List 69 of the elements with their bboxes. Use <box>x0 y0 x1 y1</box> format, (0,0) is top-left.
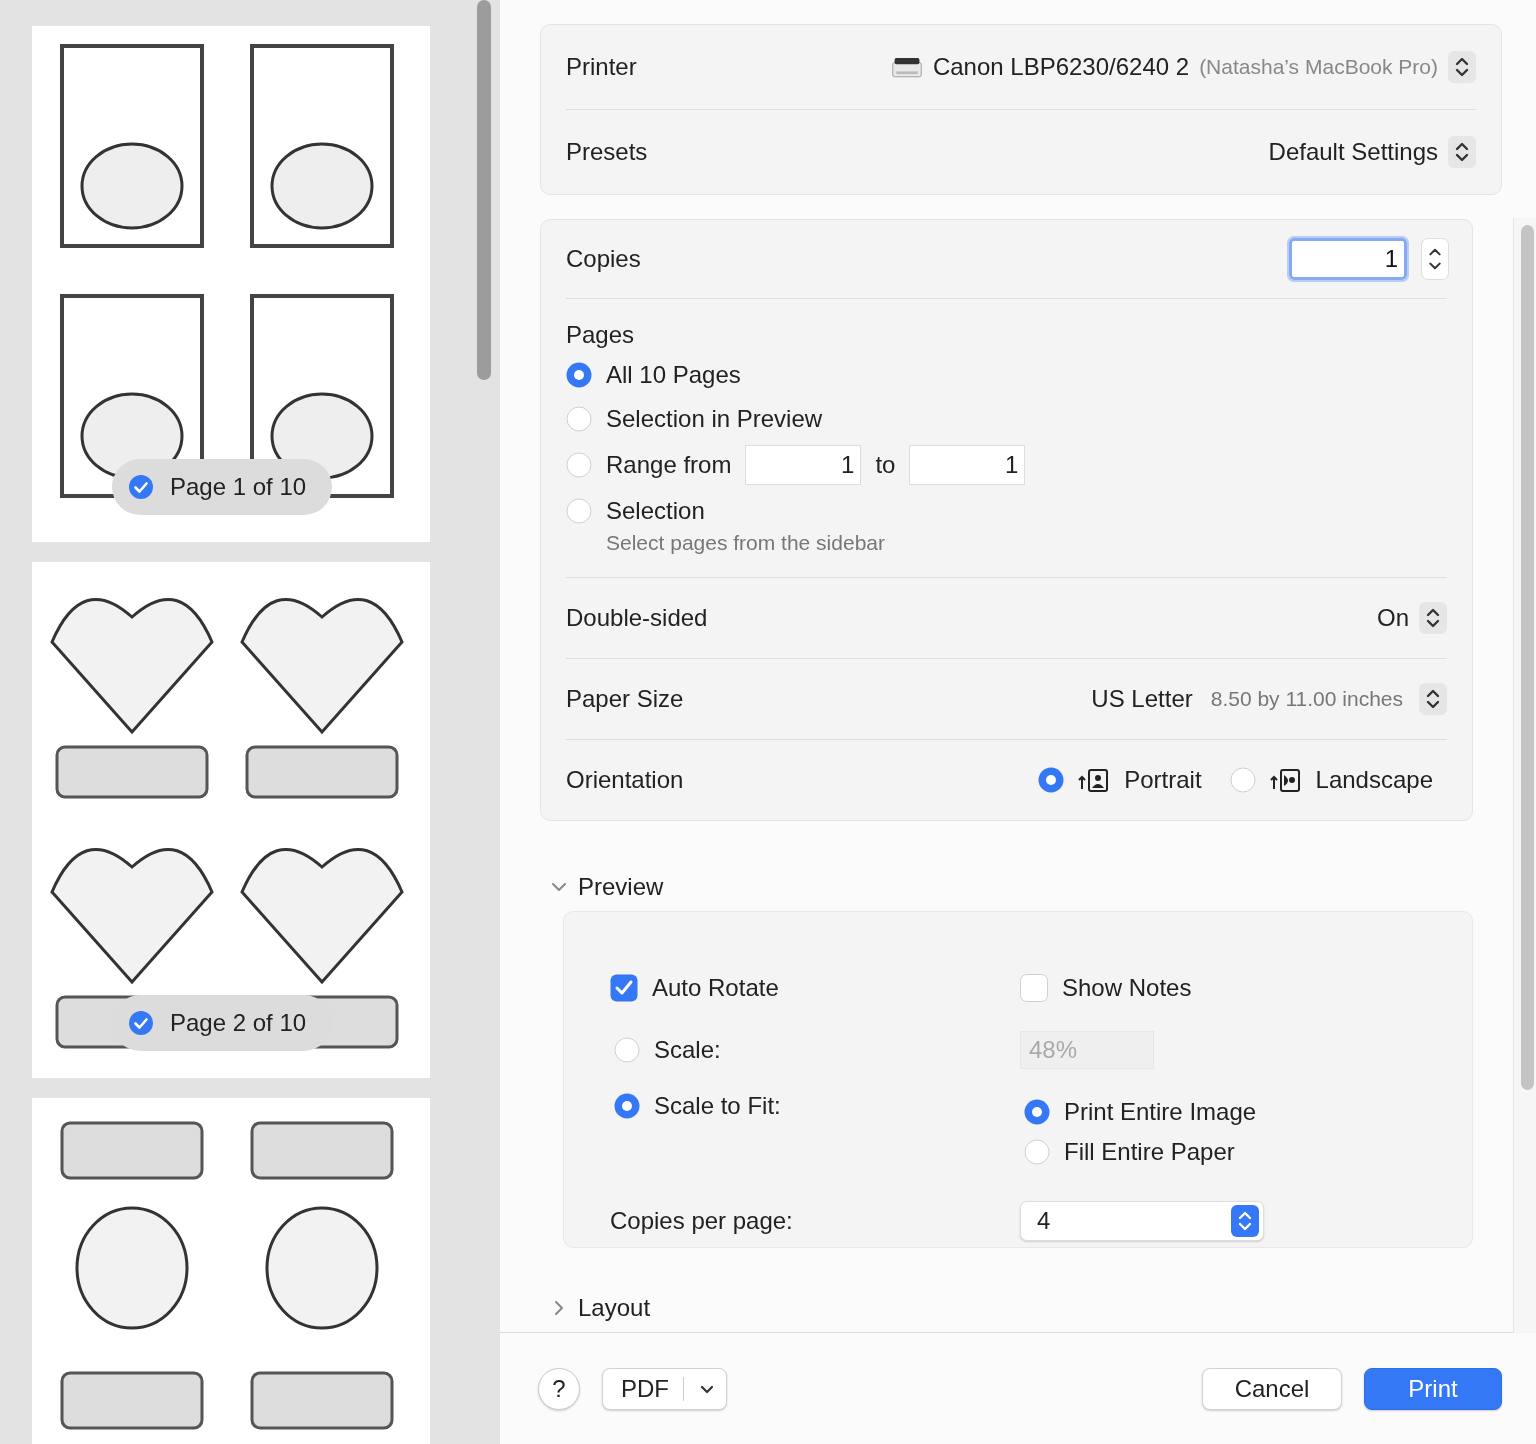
hint-text: Select pages from the sidebar <box>606 531 886 555</box>
row-label: Orientation <box>566 766 684 794</box>
radio-button[interactable] <box>1038 767 1065 793</box>
double-sided-popup[interactable]: On <box>1377 602 1447 634</box>
radio-button[interactable] <box>1024 1098 1050 1125</box>
page-badge[interactable]: Page 1 of 10 <box>112 459 333 515</box>
copies-per-page-popup[interactable]: 4 <box>1020 1200 1264 1241</box>
option-label: Scale: <box>654 1036 721 1065</box>
option-label: Fill Entire Paper <box>1064 1137 1235 1166</box>
radio-button[interactable] <box>566 452 592 478</box>
cancel-button[interactable]: Cancel <box>1202 1367 1342 1410</box>
range-to-label: to <box>875 451 896 479</box>
presets-popup[interactable]: Default Settings <box>1268 136 1476 168</box>
popup-value: 4 <box>1037 1206 1051 1235</box>
paper-size-popup[interactable]: US Letter 8.50 by 11.00 inches <box>1091 683 1447 715</box>
option-label: Landscape <box>1315 766 1433 794</box>
landscape-icon <box>1269 767 1302 793</box>
updown-chevron-icon <box>1231 1204 1259 1237</box>
pdf-button[interactable]: PDF <box>602 1367 727 1410</box>
paper-dimensions: 8.50 by 11.00 inches <box>1210 687 1403 711</box>
printer-name: Canon LBP6230/6240 2 <box>932 53 1190 81</box>
row-label: Presets <box>566 138 648 166</box>
row-label: Paper Size <box>566 685 684 713</box>
section-title: Layout <box>578 1294 651 1323</box>
option-label: Print Entire Image <box>1064 1097 1257 1126</box>
checkbox[interactable] <box>1020 974 1048 1003</box>
print-button[interactable]: Print <box>1364 1367 1502 1410</box>
radio-button[interactable] <box>566 406 592 432</box>
updown-chevron-icon <box>1419 683 1447 715</box>
page-label: Page 1 of 10 <box>170 473 307 501</box>
radio-button[interactable] <box>566 498 592 524</box>
help-button[interactable]: ? <box>538 1367 580 1410</box>
row-label: Double-sided <box>566 604 708 632</box>
scrollbar-thumb[interactable] <box>1521 225 1534 1090</box>
checkbox-label: Show Notes <box>1062 974 1192 1003</box>
printer-location: (Natasha’s MacBook Pro) <box>1199 55 1438 79</box>
copies-field[interactable]: 1 <box>1289 238 1407 280</box>
checkmark-icon[interactable] <box>128 1010 154 1036</box>
popup-value: US Letter <box>1091 685 1193 713</box>
section-title: Preview <box>578 873 664 901</box>
radio-button[interactable] <box>1229 767 1256 793</box>
range-from-field[interactable]: 1 <box>745 445 862 485</box>
portrait-icon <box>1078 767 1111 793</box>
stepper[interactable] <box>1421 238 1449 280</box>
radio-button[interactable] <box>566 362 592 388</box>
radio-button[interactable] <box>1024 1138 1050 1165</box>
scrollbar-thumb[interactable] <box>477 0 491 380</box>
row-label: Printer <box>566 53 637 81</box>
section-label: Pages <box>566 321 636 349</box>
range-to-field[interactable]: 1 <box>909 445 1026 485</box>
updown-chevron-icon <box>1419 602 1447 634</box>
option-label: Selection <box>606 497 705 525</box>
option-label: Scale to Fit: <box>654 1091 781 1120</box>
checkmark-icon[interactable] <box>128 474 154 500</box>
printer-popup[interactable]: Canon LBP6230/6240 2 (Natasha’s MacBook Pro) <box>890 51 1476 83</box>
option-label: Range from <box>606 451 732 479</box>
popup-value: On <box>1377 604 1409 632</box>
field-label: Copies per page: <box>610 1206 794 1235</box>
option-label: Portrait <box>1124 766 1202 794</box>
checkbox-label: Auto Rotate <box>652 974 779 1003</box>
page-label: Page 2 of 10 <box>170 1009 307 1037</box>
popup-value: Default Settings <box>1268 138 1438 166</box>
checkbox[interactable] <box>610 974 638 1003</box>
option-label: All 10 Pages <box>606 361 741 389</box>
radio-button[interactable] <box>614 1092 640 1119</box>
updown-chevron-icon <box>1448 51 1476 83</box>
row-label: Copies <box>566 245 641 273</box>
option-label: Selection in Preview <box>606 405 823 433</box>
updown-chevron-icon <box>1448 136 1476 168</box>
